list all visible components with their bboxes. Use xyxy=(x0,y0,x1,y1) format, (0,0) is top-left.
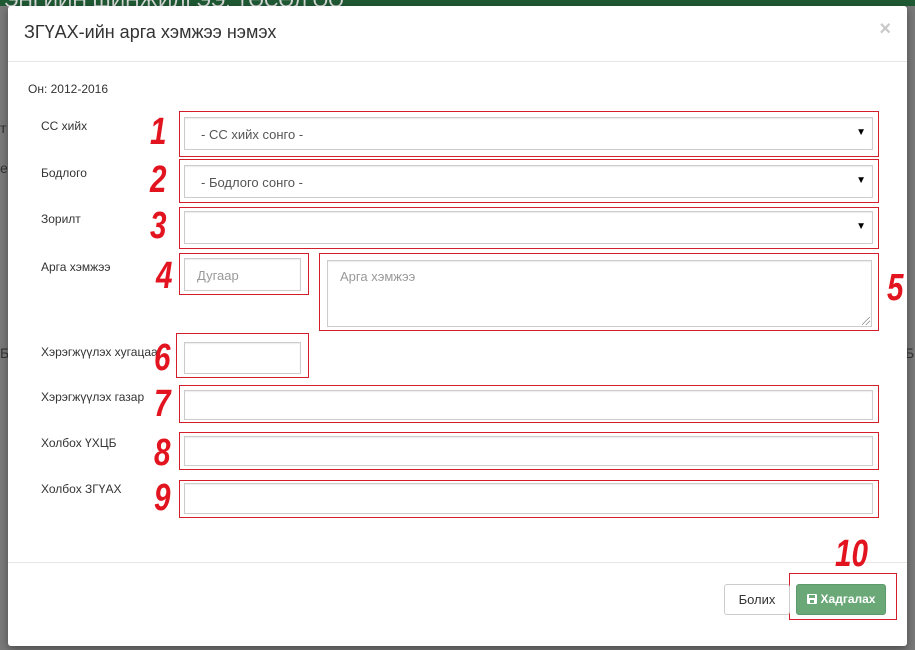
close-icon[interactable]: × xyxy=(879,18,891,41)
link-zguah-input[interactable] xyxy=(184,483,873,514)
annotation-number: 1 xyxy=(150,111,167,153)
annotation-number: 7 xyxy=(154,383,171,425)
annotation-number: 3 xyxy=(150,205,167,247)
resize-grip-icon[interactable] xyxy=(862,317,870,325)
ss-select-value: - СС хийх сонго - xyxy=(201,127,304,142)
policy-select-value: - Бодлого сонго - xyxy=(201,175,303,190)
policy-select[interactable]: - Бодлого сонго - ▼ xyxy=(184,165,873,198)
annotation-number: 9 xyxy=(154,477,171,519)
place-label: Хэрэгжүүлэх газар xyxy=(41,390,145,404)
annotation-number: 4 xyxy=(156,255,173,297)
ss-label: СС хийх xyxy=(41,119,88,133)
annotation-number: 5 xyxy=(887,267,904,309)
background-fragment: т xyxy=(0,120,7,136)
link-uhcb-label: Холбох ҮХЦБ xyxy=(41,436,117,450)
place-input[interactable] xyxy=(184,390,873,420)
duration-input[interactable] xyxy=(184,342,301,374)
save-button[interactable]: Хадгалах xyxy=(796,584,886,615)
action-textarea-placeholder: Арга хэмжээ xyxy=(340,269,416,284)
action-number-placeholder: Дугаар xyxy=(197,268,239,283)
caret-down-icon: ▼ xyxy=(856,221,866,232)
modal-title: ЗГҮАХ-ийн арга хэмжээ нэмэх xyxy=(24,22,277,42)
goal-label: Зорилт xyxy=(41,212,81,226)
background-fragment: е xyxy=(0,160,8,176)
annotation-number: 10 xyxy=(835,533,868,575)
duration-label: Хэрэгжүүлэх хугацаа xyxy=(41,345,158,359)
annotation-number: 6 xyxy=(154,337,171,379)
add-action-modal: ЗГҮАХ-ийн арга хэмжээ нэмэх × Он: 2012-2… xyxy=(8,6,907,646)
goal-select[interactable]: ▼ xyxy=(184,211,873,244)
modal-header: ЗГҮАХ-ийн арга хэмжээ нэмэх × xyxy=(8,6,907,62)
floppy-disk-icon xyxy=(806,594,817,604)
action-textarea[interactable]: Арга хэмжээ xyxy=(327,260,872,327)
caret-down-icon: ▼ xyxy=(856,127,866,138)
link-zguah-label: Холбох ЗГҮАХ xyxy=(41,482,122,496)
annotation-number: 8 xyxy=(154,432,171,474)
policy-label: Бодлого xyxy=(41,166,87,180)
annotation-number: 2 xyxy=(150,159,167,201)
year-range-text: Он: 2012-2016 xyxy=(28,82,109,96)
action-label: Арга хэмжээ xyxy=(41,260,111,274)
cancel-button[interactable]: Болих xyxy=(724,584,790,615)
action-number-input[interactable]: Дугаар xyxy=(184,258,301,291)
save-button-label: Хадгалах xyxy=(820,592,876,606)
ss-select[interactable]: - СС хийх сонго - ▼ xyxy=(184,117,873,150)
link-uhcb-input[interactable] xyxy=(184,436,873,466)
caret-down-icon: ▼ xyxy=(856,175,866,186)
